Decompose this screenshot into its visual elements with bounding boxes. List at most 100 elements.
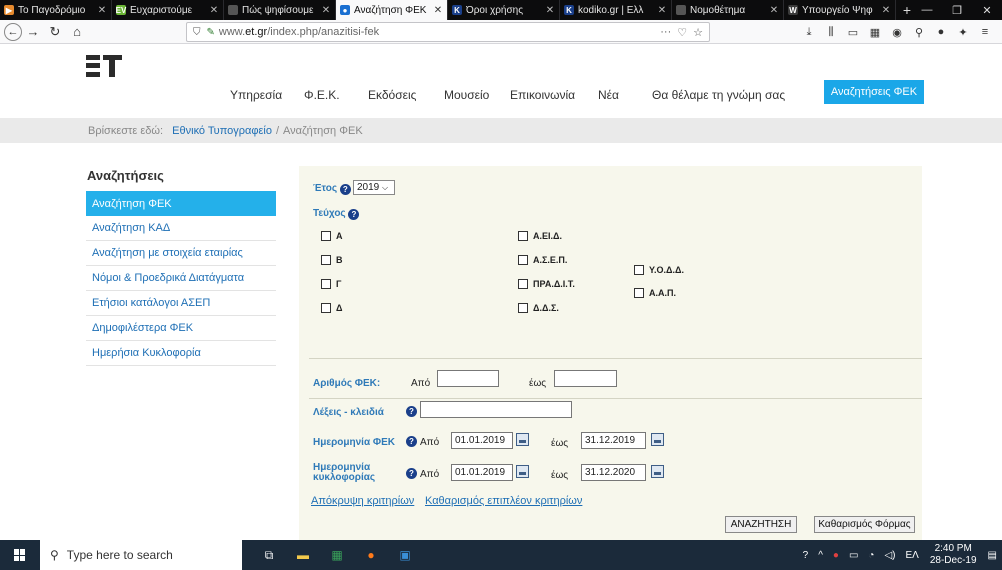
checkbox-box[interactable]: [321, 255, 331, 265]
tab-close-icon[interactable]: ✕: [209, 5, 219, 16]
bookmark-star-icon[interactable]: ☆: [693, 26, 703, 39]
checkbox-box[interactable]: [321, 279, 331, 289]
forward-icon[interactable]: →: [22, 22, 44, 42]
reset-form-button[interactable]: Καθαρισμός Φόρμας: [814, 516, 915, 533]
release-date-from-input[interactable]: 01.01.2019: [451, 464, 513, 481]
sidebar-item[interactable]: Αναζήτηση με στοιχεία εταιρίας: [86, 241, 276, 266]
task-view-icon[interactable]: ⧉: [252, 540, 286, 570]
library-icon[interactable]: ⫼: [820, 26, 842, 39]
help-icon[interactable]: ?: [406, 436, 417, 447]
taskbar-clock[interactable]: 2:40 PM 28-Dec-19: [924, 543, 983, 567]
page-actions-icon[interactable]: ···: [660, 26, 671, 38]
download-icon[interactable]: ⤓: [798, 26, 820, 39]
close-window-button[interactable]: ✕: [972, 0, 1002, 20]
browser-tab[interactable]: Kkodiko.gr | Ελλ ✕: [560, 0, 672, 20]
breadcrumb-home-link[interactable]: Εθνικό Τυπογραφείο: [172, 125, 272, 137]
nav-item-contact[interactable]: Επικοινωνία: [510, 88, 575, 102]
back-icon[interactable]: ←: [4, 22, 22, 41]
sidebar-item[interactable]: Ετήσιοι κατάλογοι ΑΣΕΠ: [86, 291, 276, 316]
tab-close-icon[interactable]: ✕: [657, 5, 667, 16]
sidebar-icon[interactable]: ▭: [842, 26, 864, 39]
checkbox-box[interactable]: [518, 255, 528, 265]
keywords-input[interactable]: [420, 401, 572, 418]
chevron-up-icon[interactable]: ^: [813, 550, 828, 561]
tab-close-icon[interactable]: ✕: [769, 5, 779, 16]
extensions-icon[interactable]: ✦: [952, 26, 974, 39]
checkbox-box[interactable]: [518, 279, 528, 289]
search-button[interactable]: ΑΝΑΖΗΤΗΣΗ: [725, 516, 797, 533]
help-tray-icon[interactable]: ?: [798, 550, 814, 561]
calendar-icon[interactable]: [516, 433, 529, 446]
checkbox-box[interactable]: [634, 288, 644, 298]
issue-checkbox[interactable]: Α.ΕΙ.Δ.: [518, 231, 562, 241]
extension-search-icon[interactable]: ⚲: [908, 26, 930, 39]
insecure-lock-icon[interactable]: ✎: [207, 27, 215, 38]
issue-checkbox[interactable]: Β: [321, 255, 343, 265]
tab-close-icon[interactable]: ✕: [545, 5, 555, 16]
nav-item-fek[interactable]: Φ.Ε.Κ.: [304, 88, 340, 102]
url-text[interactable]: www.et.gr/index.php/anazitisi-fek: [219, 26, 654, 38]
nav-item-service[interactable]: Υπηρεσία: [230, 88, 282, 102]
checkbox-box[interactable]: [321, 303, 331, 313]
taskbar-search[interactable]: ⚲ Type here to search: [40, 540, 242, 570]
grid-icon[interactable]: ▦: [864, 26, 886, 39]
fek-number-from-input[interactable]: [437, 370, 499, 387]
nav-item-fek-search[interactable]: Αναζητήσεις ΦΕΚ: [824, 80, 924, 104]
nav-item-feedback[interactable]: Θα θέλαμε τη γνώμη σας: [652, 88, 785, 102]
tab-close-icon[interactable]: ✕: [321, 5, 331, 16]
checkbox-box[interactable]: [518, 231, 528, 241]
nav-item-museum[interactable]: Μουσείο: [444, 88, 489, 102]
sidebar-item[interactable]: Δημοφιλέστερα ΦΕΚ: [86, 316, 276, 341]
nav-item-publications[interactable]: Εκδόσεις: [368, 88, 416, 102]
firefox-icon[interactable]: ●: [354, 540, 388, 570]
clear-extra-criteria-link[interactable]: Καθαρισμός επιπλέον κριτηρίων: [425, 495, 582, 507]
url-bar[interactable]: ⛉ ✎ www.et.gr/index.php/anazitisi-fek ··…: [186, 22, 710, 42]
network-icon[interactable]: ◔: [863, 550, 879, 561]
minimize-button[interactable]: —: [912, 0, 942, 20]
tab-close-icon[interactable]: ✕: [97, 5, 107, 16]
et-logo[interactable]: [86, 55, 122, 77]
pocket-icon[interactable]: ♡: [677, 26, 687, 39]
issue-checkbox[interactable]: Α.Σ.Ε.Π.: [518, 255, 567, 265]
issue-checkbox[interactable]: Δ.Δ.Σ.: [518, 303, 559, 313]
sidebar-item[interactable]: Αναζήτηση ΦΕΚ: [86, 191, 276, 216]
maximize-button[interactable]: ❐: [942, 0, 972, 20]
tab-close-icon[interactable]: ✕: [881, 5, 891, 16]
fek-number-to-input[interactable]: [554, 370, 617, 387]
hide-criteria-link[interactable]: Απόκρυψη κριτηρίων: [311, 495, 414, 507]
reload-icon[interactable]: ↻: [44, 22, 66, 42]
file-explorer-icon[interactable]: ▬: [286, 540, 320, 570]
tab-close-icon[interactable]: ✕: [433, 5, 443, 16]
help-icon[interactable]: ?: [339, 184, 351, 195]
issue-checkbox[interactable]: Υ.Ο.Δ.Δ.: [634, 265, 684, 275]
issue-checkbox[interactable]: Γ: [321, 279, 341, 289]
issue-checkbox[interactable]: Α.Α.Π.: [634, 288, 676, 298]
calendar-icon[interactable]: [651, 465, 664, 478]
help-icon[interactable]: ?: [406, 468, 417, 479]
help-icon[interactable]: ?: [348, 209, 360, 220]
browser-tab[interactable]: Νομοθέτημα ✕: [672, 0, 784, 20]
browser-tab[interactable]: K Όροι χρήσης ✕: [448, 0, 560, 20]
menu-icon[interactable]: ≡: [974, 26, 996, 38]
sidebar-item[interactable]: Νόμοι & Προεδρικά Διατάγματα: [86, 266, 276, 291]
checkbox-box[interactable]: [321, 231, 331, 241]
checkbox-box[interactable]: [518, 303, 528, 313]
issue-checkbox[interactable]: Α: [321, 231, 343, 241]
battery-icon[interactable]: ▭: [844, 550, 863, 561]
browser-tab[interactable]: EV Ευχαριστούμε ✕: [112, 0, 224, 20]
sidebar-item[interactable]: Αναζήτηση ΚΑΔ: [86, 216, 276, 241]
browser-tab[interactable]: W Υπουργείο Ψηφ ✕: [784, 0, 896, 20]
home-icon[interactable]: ⌂: [66, 22, 88, 42]
browser-tab[interactable]: Πώς ψηφίσουμε ✕: [224, 0, 336, 20]
calendar-icon[interactable]: [651, 433, 664, 446]
app-tray-icon[interactable]: ●: [828, 550, 844, 561]
browser-tab[interactable]: ▶ Το Παγοδρόμιο ✕: [0, 0, 112, 20]
sidebar-item[interactable]: Ημερήσια Κυκλοφορία: [86, 341, 276, 366]
issue-checkbox[interactable]: Δ: [321, 303, 342, 313]
checkbox-box[interactable]: [634, 265, 644, 275]
account-icon[interactable]: ◉: [886, 26, 908, 39]
year-select[interactable]: 2019 ⌵: [353, 180, 395, 195]
fek-date-to-input[interactable]: 31.12.2019: [581, 432, 646, 449]
calendar-icon[interactable]: [516, 465, 529, 478]
extension-circle-icon[interactable]: ●: [930, 26, 952, 38]
